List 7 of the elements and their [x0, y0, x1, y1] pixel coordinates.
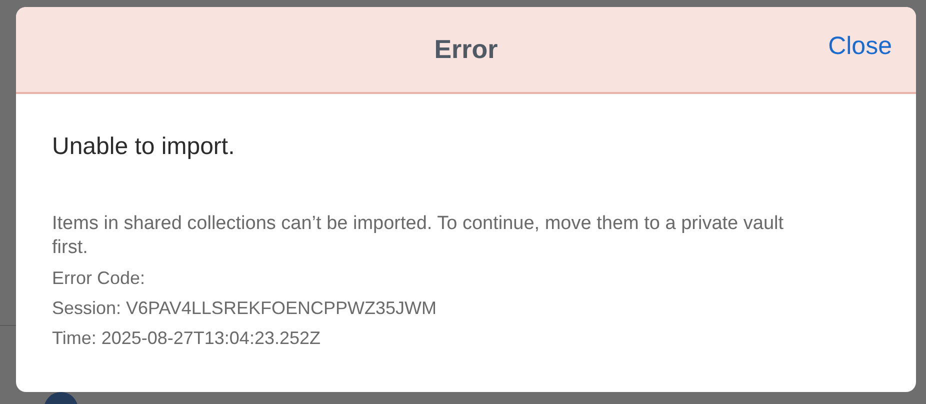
error-detail: Error Code: — [52, 267, 146, 290]
error-detail: Time: 2025-08-27T13:04:23.252Z — [52, 327, 322, 350]
close-button[interactable]: Close — [828, 34, 892, 59]
error-message: Items in shared collections can’t be imported. To continue, move them to a private vault first. — [52, 212, 785, 260]
dialog-title: Error — [434, 33, 498, 66]
error-detail: Session: V6PAV4LLSREKFOENCPPWZ35JWM — [52, 297, 438, 320]
error-heading: Unable to import. — [52, 132, 236, 162]
